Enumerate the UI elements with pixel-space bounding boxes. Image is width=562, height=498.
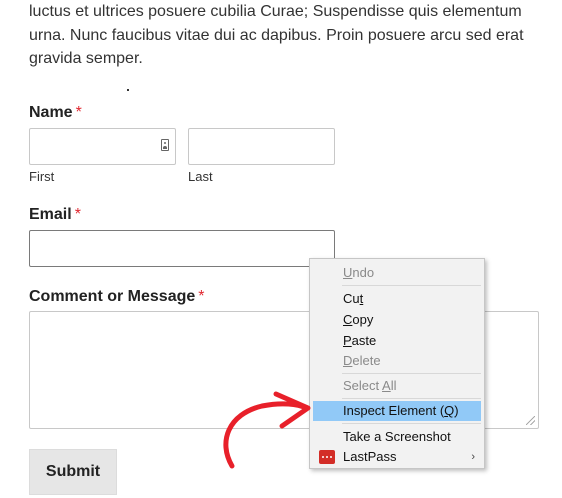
last-sublabel: Last bbox=[188, 169, 213, 184]
chevron-right-icon: › bbox=[471, 451, 475, 463]
submit-button[interactable]: Submit bbox=[29, 449, 117, 495]
comment-label: Comment or Message * bbox=[29, 288, 205, 306]
intro-line-3: gravida semper. bbox=[29, 50, 143, 67]
contact-card-icon[interactable] bbox=[161, 139, 169, 151]
lastpass-label: LastPass bbox=[343, 449, 397, 464]
menu-item-lastpass[interactable]: LastPass › bbox=[313, 447, 481, 467]
intro-paragraph: luctus et ultrices posuere cubilia Curae… bbox=[29, 0, 549, 71]
lastpass-icon bbox=[319, 450, 335, 464]
name-label-text: Name bbox=[29, 104, 73, 121]
menu-item-copy[interactable]: Copy bbox=[313, 310, 481, 330]
menu-item-paste[interactable]: Paste bbox=[313, 331, 481, 351]
intro-line-1: luctus et ultrices posuere cubilia Curae… bbox=[29, 3, 522, 20]
menu-item-cut[interactable]: Cut bbox=[313, 289, 481, 309]
email-label: Email * bbox=[29, 206, 81, 224]
required-asterisk: * bbox=[75, 104, 82, 121]
required-asterisk: * bbox=[74, 206, 81, 223]
menu-item-inspect-element[interactable]: Inspect Element (Q) bbox=[313, 401, 481, 421]
name-label: Name * bbox=[29, 104, 82, 122]
email-label-text: Email bbox=[29, 206, 72, 223]
menu-separator bbox=[342, 285, 481, 286]
comment-label-text: Comment or Message bbox=[29, 288, 196, 305]
intro-line-2: urna. Nunc faucibus vitae dui ac dapibus… bbox=[29, 26, 524, 44]
resize-grip-icon[interactable] bbox=[526, 416, 535, 425]
stray-dot bbox=[127, 89, 129, 91]
menu-item-undo[interactable]: Undo bbox=[313, 263, 481, 283]
menu-separator bbox=[342, 398, 481, 399]
last-name-input[interactable] bbox=[188, 128, 335, 165]
context-menu: Undo Cut Copy Paste Delete Select All In… bbox=[309, 258, 485, 469]
menu-item-select-all[interactable]: Select All bbox=[313, 376, 481, 396]
menu-item-take-screenshot[interactable]: Take a Screenshot bbox=[313, 427, 481, 447]
first-sublabel: First bbox=[29, 169, 55, 184]
menu-separator bbox=[342, 373, 481, 374]
required-asterisk: * bbox=[198, 288, 205, 305]
menu-separator bbox=[342, 423, 481, 424]
email-input[interactable] bbox=[29, 230, 335, 267]
menu-item-delete[interactable]: Delete bbox=[313, 351, 481, 371]
first-name-input[interactable] bbox=[29, 128, 176, 165]
